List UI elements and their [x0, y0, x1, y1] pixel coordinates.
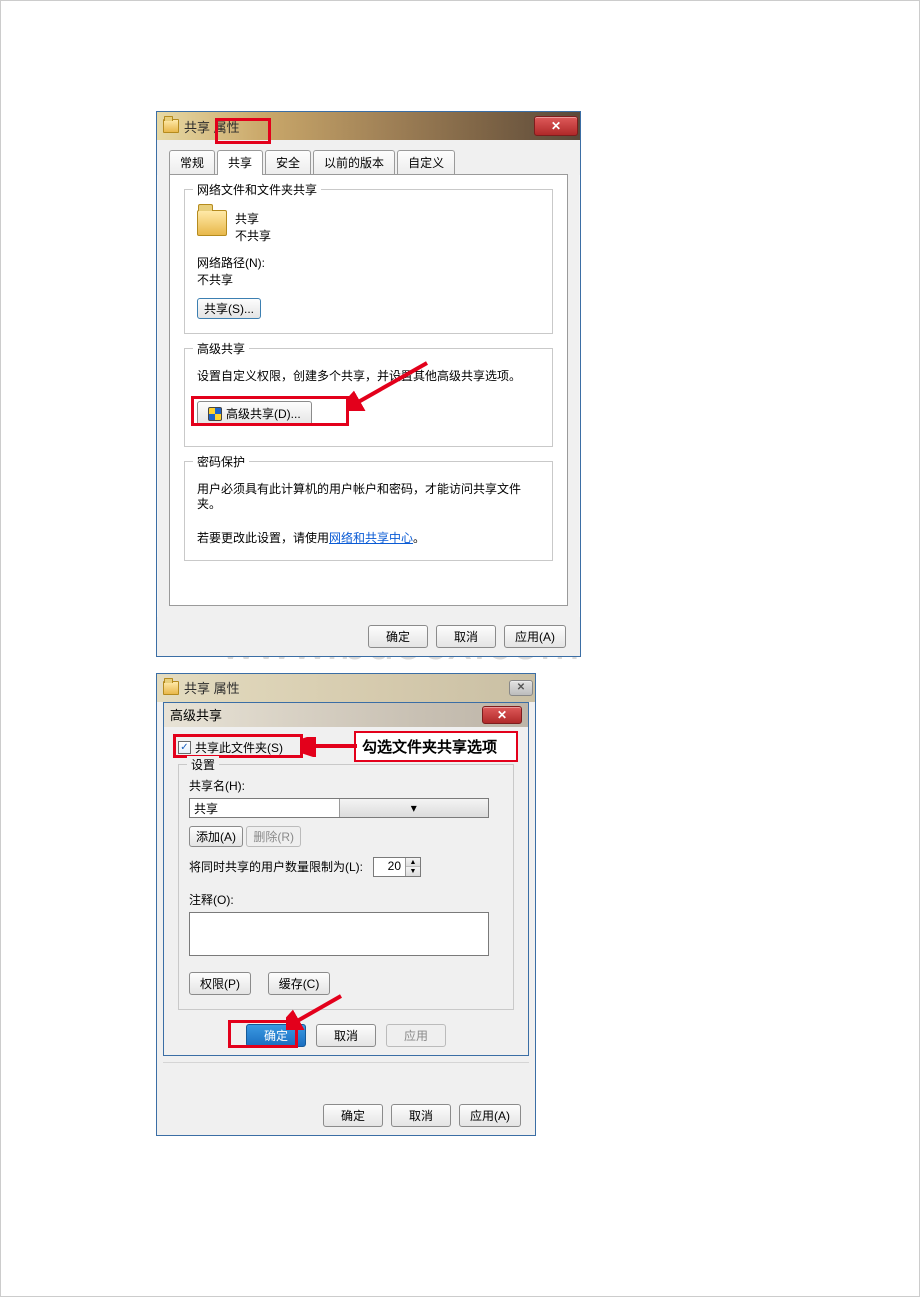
button-label: 高级共享(D)... [226, 407, 301, 421]
titlebar[interactable]: 共享 属性 ✕ [157, 112, 580, 140]
tab-label: 共享 [228, 156, 252, 170]
ok-button[interactable]: 确定 [368, 625, 428, 648]
apply-button[interactable]: 应用(A) [504, 625, 566, 648]
tab-label: 安全 [276, 156, 300, 170]
tab-general[interactable]: 常规 [169, 150, 215, 175]
ok-button[interactable]: 确定 [323, 1104, 383, 1127]
titlebar[interactable]: 高级共享 ✕ [164, 703, 528, 727]
spinner-value: 20 [374, 858, 405, 876]
share-status: 不共享 [235, 227, 271, 244]
annotation-arrow [302, 737, 362, 757]
spin-up-icon[interactable]: ▲ [406, 858, 420, 868]
folder-icon [197, 210, 227, 236]
cancel-button[interactable]: 取消 [316, 1024, 376, 1047]
dialog-button-bar: 确定 取消 应用(A) [157, 1096, 535, 1135]
text: 若要更改此设置，请使用 [197, 531, 329, 545]
tab-label: 自定义 [408, 156, 444, 170]
folder-icon [163, 681, 179, 695]
cancel-button[interactable]: 取消 [436, 625, 496, 648]
group-legend: 网络文件和文件夹共享 [193, 181, 321, 198]
tabstrip: 常规 共享 安全 以前的版本 自定义 [157, 140, 580, 175]
user-limit-spinner[interactable]: 20 ▲▼ [373, 857, 421, 877]
window-title: 共享 属性 [184, 678, 509, 697]
remove-button: 删除(R) [246, 826, 301, 847]
sharename-combobox[interactable]: 共享 ▾ [189, 798, 489, 818]
group-legend: 高级共享 [193, 340, 249, 357]
dialog-button-bar: 确定 取消 应用(A) [157, 617, 580, 656]
advanced-sharing-button[interactable]: 高级共享(D)... [197, 401, 312, 426]
callout-text: 勾选文件夹共享选项 [362, 739, 497, 756]
group-password: 密码保护 用户必须具有此计算机的用户帐户和密码，才能访问共享文件夹。 若要更改此… [184, 461, 553, 561]
spin-down-icon[interactable]: ▼ [406, 867, 420, 876]
share-name: 共享 [235, 210, 271, 227]
settings-groupbox: 设置 共享名(H): 共享 ▾ 添加(A) 删除(R) 将同时共享的用户数量限制… [178, 764, 514, 1010]
properties-dialog-2: 共享 属性 ✕ 高级共享 ✕ ✓ 共享此文件夹(S) [156, 673, 536, 1136]
checkbox-label: 共享此文件夹(S) [195, 739, 283, 756]
apply-button: 应用 [386, 1024, 446, 1047]
window-title: 高级共享 [170, 705, 482, 724]
tab-label: 常规 [180, 156, 204, 170]
share-folder-checkbox[interactable]: ✓ [178, 741, 191, 754]
comment-label: 注释(O): [189, 891, 503, 908]
group-legend: 设置 [187, 756, 219, 773]
pwd-desc: 用户必须具有此计算机的用户帐户和密码，才能访问共享文件夹。 [197, 482, 540, 513]
text: 。 [413, 531, 425, 545]
apply-button[interactable]: 应用(A) [459, 1104, 521, 1127]
tab-panel-sharing: 网络文件和文件夹共享 共享 不共享 网络路径(N): 不共享 共享(S)... [169, 174, 568, 606]
close-button[interactable]: ✕ [509, 680, 533, 696]
pwd-hint: 若要更改此设置，请使用网络和共享中心。 [197, 529, 540, 546]
network-path-label: 网络路径(N): [197, 254, 540, 271]
network-path-value: 不共享 [197, 271, 540, 288]
comment-textarea[interactable] [189, 912, 489, 956]
sharename-label: 共享名(H): [189, 777, 503, 794]
chevron-down-icon[interactable]: ▾ [339, 799, 489, 817]
window-title: 共享 属性 [184, 117, 534, 136]
close-button[interactable]: ✕ [482, 706, 522, 724]
combo-value: 共享 [190, 799, 339, 817]
group-advanced-sharing: 高级共享 设置自定义权限，创建多个共享，并设置其他高级共享选项。 高级共享(D)… [184, 348, 553, 447]
network-center-link[interactable]: 网络和共享中心 [329, 531, 413, 545]
adv-desc: 设置自定义权限，创建多个共享，并设置其他高级共享选项。 [197, 369, 540, 385]
properties-dialog-1: 共享 属性 ✕ 常规 共享 安全 以前的版本 自定义 网络文件和文件夹共享 共享… [156, 111, 581, 657]
folder-icon [163, 119, 179, 133]
share-button[interactable]: 共享(S)... [197, 298, 261, 319]
permissions-button[interactable]: 权限(P) [189, 972, 251, 995]
annotation-callout: 勾选文件夹共享选项 [354, 731, 518, 762]
tab-label: 以前的版本 [324, 156, 384, 170]
advanced-sharing-dialog: 高级共享 ✕ ✓ 共享此文件夹(S) 勾选文件夹共享选项 [163, 702, 529, 1056]
group-network-sharing: 网络文件和文件夹共享 共享 不共享 网络路径(N): 不共享 共享(S)... [184, 189, 553, 334]
tab-sharing[interactable]: 共享 [217, 150, 263, 175]
close-button[interactable]: ✕ [534, 116, 578, 136]
limit-label: 将同时共享的用户数量限制为(L): [189, 858, 363, 875]
group-legend: 密码保护 [193, 453, 249, 470]
cache-button[interactable]: 缓存(C) [268, 972, 331, 995]
cancel-button[interactable]: 取消 [391, 1104, 451, 1127]
add-button[interactable]: 添加(A) [189, 826, 243, 847]
tab-previous[interactable]: 以前的版本 [313, 150, 395, 175]
titlebar[interactable]: 共享 属性 ✕ [157, 674, 535, 702]
tab-security[interactable]: 安全 [265, 150, 311, 175]
ok-button[interactable]: 确定 [246, 1024, 306, 1047]
tab-custom[interactable]: 自定义 [397, 150, 455, 175]
shield-icon [208, 407, 222, 421]
